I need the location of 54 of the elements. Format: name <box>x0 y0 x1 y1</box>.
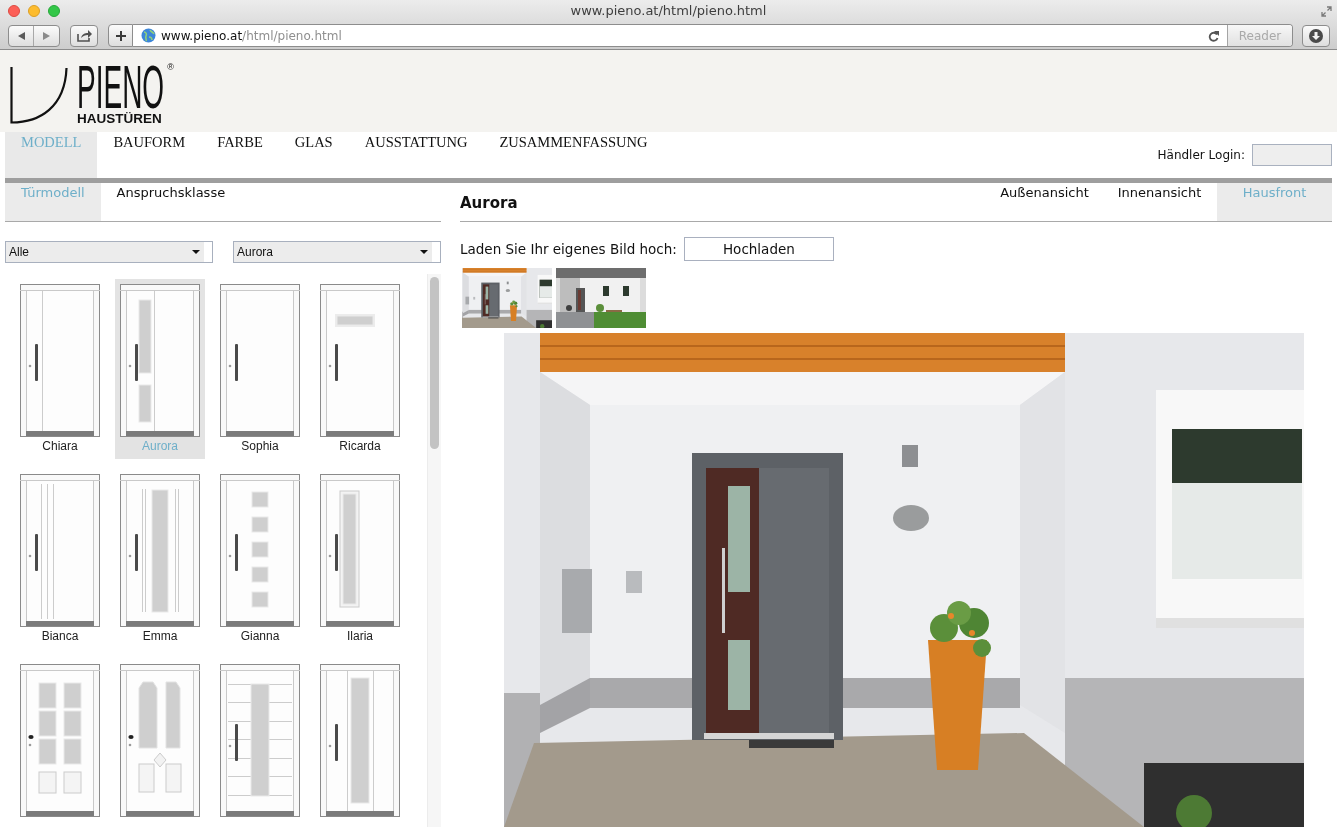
caret-icon <box>420 250 428 254</box>
share-icon <box>76 29 92 42</box>
house-thumbnail-drawing[interactable] <box>556 268 646 328</box>
nav-tab[interactable]: ZUSAMMENFASSUNG <box>483 132 664 178</box>
logo-swoosh-icon <box>10 67 68 124</box>
globe-icon <box>141 28 156 43</box>
house-thumbnail-drawing[interactable] <box>462 268 552 328</box>
download-button[interactable] <box>1302 24 1330 47</box>
share-button[interactable] <box>70 24 98 47</box>
nav-tab[interactable]: GLAS <box>278 132 349 178</box>
door-name: Chiara <box>42 439 78 453</box>
door-name: Ilaria <box>347 629 373 643</box>
nav-tab[interactable]: FARBE <box>201 132 279 178</box>
nav-tab[interactable]: BAUFORM <box>97 132 202 178</box>
door-name: Sophia <box>241 439 279 453</box>
model-tab[interactable]: Anspruchsklasse <box>100 183 242 221</box>
logo-tagline: HAUSTÜREN <box>77 112 163 126</box>
door-option[interactable]: Sophia <box>215 279 305 459</box>
upload-label: Laden Sie Ihr eigenes Bild hoch: <box>460 239 677 259</box>
filter-dropdown[interactable]: Aurora <box>233 241 441 263</box>
forward-icon <box>43 31 50 40</box>
scrollbar-thumb[interactable] <box>430 277 439 449</box>
door-option[interactable]: Bianca <box>15 469 105 649</box>
download-icon <box>1309 28 1323 43</box>
door-name: Gianna <box>240 629 280 643</box>
fullscreen-icon[interactable] <box>1321 5 1332 17</box>
reload-icon[interactable] <box>1208 29 1219 42</box>
view-tab[interactable]: Innenansicht <box>1102 183 1217 221</box>
maximize-icon[interactable] <box>48 5 60 17</box>
logo-wordmark: PIENO <box>77 67 165 110</box>
door-name: Ricarda <box>339 439 381 453</box>
door-option[interactable]: Gianna <box>215 469 305 649</box>
add-button[interactable] <box>108 24 133 47</box>
door-option[interactable]: Ilaria <box>315 469 405 649</box>
back-icon <box>17 31 25 40</box>
caret-icon <box>192 250 200 254</box>
window-title: www.pieno.at/html/pieno.html <box>570 3 767 19</box>
nav-tab[interactable]: AUSSTATTUNG <box>348 132 484 178</box>
registered-mark: ® <box>167 63 174 72</box>
login-label: Händler Login: <box>1157 147 1245 164</box>
view-tab[interactable]: Außenansicht <box>987 183 1102 221</box>
door-option[interactable]: Ricarda <box>315 279 405 459</box>
login-field[interactable] <box>1252 144 1332 166</box>
door-option[interactable]: Chiara <box>15 279 105 459</box>
plus-icon <box>115 30 126 41</box>
door-name: Aurora <box>142 439 178 453</box>
close-icon[interactable] <box>8 5 20 17</box>
filter-dropdown[interactable]: Alle <box>5 241 213 263</box>
upload-button[interactable]: Hochladen <box>683 237 834 261</box>
door-option[interactable]: Emma <box>115 469 205 649</box>
door-name: Bianca <box>41 629 79 643</box>
model-title: Aurora <box>460 192 518 214</box>
url-text: www.pieno.at/html/pieno.html <box>161 27 342 44</box>
door-name: Emma <box>142 629 178 643</box>
